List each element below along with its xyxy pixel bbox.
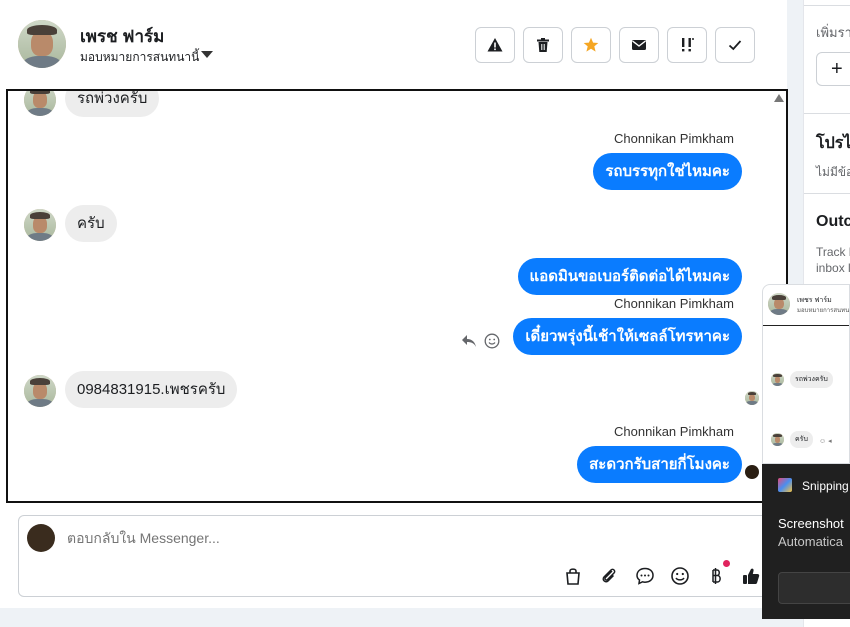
preview-message: รถพ่วงครับ bbox=[790, 371, 833, 388]
outcome-text-line2: inbox l bbox=[816, 261, 850, 275]
double-exclamation-icon bbox=[682, 38, 694, 52]
contact-name: เพรช ฟาร์ม bbox=[80, 27, 165, 46]
seen-avatar bbox=[745, 391, 759, 405]
preview-msg-avatar bbox=[771, 373, 784, 386]
chat-bubble-icon[interactable] bbox=[634, 565, 656, 587]
sender-name: Chonnikan Pimkham bbox=[614, 131, 734, 146]
add-button[interactable]: + bbox=[816, 52, 850, 86]
sidebar-divider bbox=[804, 113, 850, 114]
preview-reaction-icons: ☺ ◂ bbox=[819, 438, 832, 445]
react-emoji-icon[interactable] bbox=[484, 333, 500, 349]
incoming-message[interactable]: 0984831915.เพชรครับ bbox=[65, 371, 238, 408]
reply-icon[interactable] bbox=[461, 334, 477, 348]
mark-done-button[interactable] bbox=[715, 27, 755, 63]
sender-name: Chonnikan Pimkham bbox=[614, 424, 734, 439]
page-avatar bbox=[27, 524, 55, 552]
paperclip-icon[interactable] bbox=[598, 565, 620, 587]
thumbs-up-icon[interactable] bbox=[740, 565, 762, 587]
outgoing-message[interactable]: แอดมินขอเบอร์ติดต่อได้ไหมคะ bbox=[517, 258, 742, 295]
profile-section-title: โปรไ bbox=[816, 135, 850, 152]
toast-body: Automatica bbox=[778, 534, 844, 549]
follow-up-button[interactable] bbox=[667, 27, 707, 63]
delete-button[interactable] bbox=[523, 27, 563, 63]
preview-divider bbox=[763, 325, 849, 326]
trash-icon bbox=[537, 38, 549, 52]
outcome-text-line1: Track l bbox=[816, 245, 850, 259]
outcome-section-title: Outc bbox=[816, 213, 850, 230]
conversation-header: เพรช ฟาร์ม มอบหมายการสนทนานี้ bbox=[0, 0, 787, 88]
outgoing-message[interactable]: เดี๋ยวพรุ่งนี้เช้าให้เซลล์โทรหาคะ bbox=[513, 318, 742, 355]
preview-avatar bbox=[768, 293, 790, 315]
contact-avatar-small bbox=[24, 209, 56, 241]
assign-conversation-label[interactable]: มอบหมายการสนทนานี้ bbox=[80, 48, 199, 67]
notification-dot bbox=[723, 560, 730, 567]
outgoing-message[interactable]: รถบรรทุกใช่ไหมคะ bbox=[593, 153, 742, 190]
sidebar-divider bbox=[804, 193, 850, 194]
incoming-message[interactable]: ครับ bbox=[65, 205, 117, 242]
reply-input[interactable] bbox=[67, 530, 667, 546]
snipping-tool-notification[interactable]: Snipping Screenshot Automatica bbox=[762, 464, 850, 619]
incoming-message[interactable]: รถพ่วงครับ bbox=[65, 91, 160, 117]
mark-unread-button[interactable] bbox=[619, 27, 659, 63]
profile-empty-text: ไม่มีข้อ bbox=[816, 165, 850, 179]
conversation-panel: เพรช ฟาร์ม มอบหมายการสนทนานี้ รถพ่วงครับ… bbox=[0, 0, 788, 608]
envelope-icon bbox=[632, 40, 646, 50]
contact-avatar-small bbox=[24, 91, 56, 116]
contact-avatar-small bbox=[24, 375, 56, 407]
shopping-bag-icon[interactable] bbox=[562, 565, 584, 587]
assign-dropdown-caret-icon[interactable] bbox=[201, 51, 213, 58]
warning-icon bbox=[487, 38, 503, 52]
toast-action-button[interactable] bbox=[778, 572, 850, 604]
seen-avatar bbox=[745, 465, 759, 479]
star-button[interactable] bbox=[571, 27, 611, 63]
add-label-text: เพิ่มรา bbox=[816, 25, 850, 40]
emoji-icon[interactable] bbox=[669, 565, 691, 587]
sidebar-top-divider bbox=[804, 0, 850, 6]
report-spam-button[interactable] bbox=[475, 27, 515, 63]
reply-composer[interactable] bbox=[18, 515, 788, 597]
baht-icon[interactable] bbox=[705, 565, 727, 587]
contact-avatar[interactable] bbox=[18, 20, 66, 68]
preview-subtitle: มอบหมายการสนทนา bbox=[797, 308, 850, 314]
snipping-tool-icon bbox=[778, 478, 792, 492]
message-thread[interactable]: รถพ่วงครับ Chonnikan Pimkham รถบรรทุกใช่… bbox=[6, 89, 788, 503]
preview-msg-avatar bbox=[771, 433, 784, 446]
chat-preview-popup[interactable]: เพชร ฟาร์ม มอบหมายการสนทนา รถพ่วงครับ คร… bbox=[762, 284, 850, 464]
star-icon bbox=[583, 37, 599, 52]
outgoing-message[interactable]: สะดวกรับสายกี่โมงคะ bbox=[577, 446, 742, 483]
preview-message: ครับ bbox=[790, 431, 813, 448]
toast-title: Screenshot bbox=[778, 516, 844, 531]
check-icon bbox=[728, 40, 742, 51]
scroll-up-arrow-icon[interactable] bbox=[774, 94, 784, 102]
sender-name: Chonnikan Pimkham bbox=[614, 296, 734, 311]
toast-app-name: Snipping bbox=[802, 479, 849, 493]
